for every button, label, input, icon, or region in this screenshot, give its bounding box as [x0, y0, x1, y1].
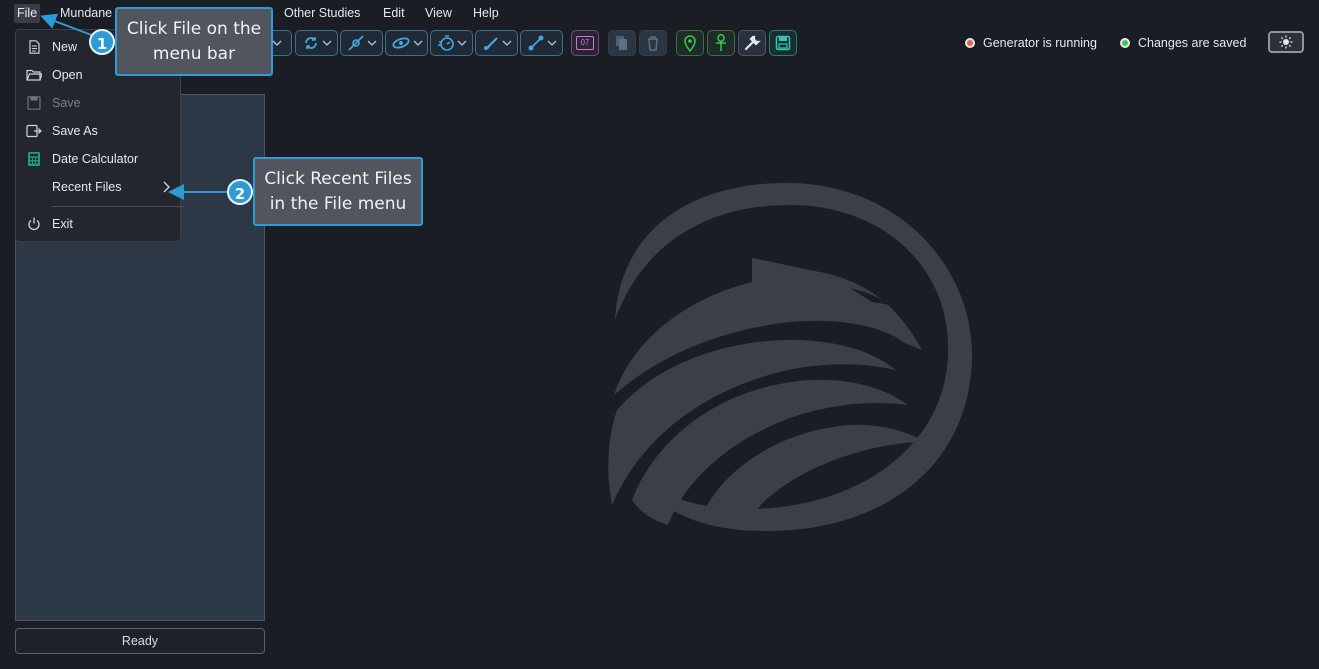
callout-2-box: Click Recent Files in the File menu	[253, 157, 423, 226]
callout-1-box: Click File on the menu bar	[115, 7, 273, 76]
calendar-icon: 07	[576, 36, 594, 50]
callout-1-badge: 1	[89, 29, 115, 55]
timer-icon	[437, 35, 454, 51]
changes-indicator: Changes are saved	[1120, 35, 1246, 51]
callout-2-line2: in the File menu	[269, 193, 407, 214]
toolbar-settings-button[interactable]	[738, 30, 766, 56]
toolbar-connect-dropdown[interactable]	[520, 30, 563, 56]
file-menu-date-calculator[interactable]: Date Calculator	[16, 146, 180, 172]
wrench-icon	[744, 35, 761, 51]
callout-2-line1: Click Recent Files	[264, 168, 412, 189]
menu-edit[interactable]: Edit	[380, 4, 408, 23]
save-disk-icon	[27, 96, 41, 110]
menu-file[interactable]: File	[14, 4, 41, 23]
aspect-icon	[347, 35, 364, 51]
file-menu-recent-files[interactable]: Recent Files	[16, 174, 180, 200]
folder-open-icon	[26, 69, 42, 81]
orbit-icon	[391, 37, 410, 49]
connect-icon	[528, 35, 543, 51]
chevron-down-icon	[322, 40, 331, 46]
file-menu-save-as[interactable]: Save As	[16, 118, 180, 144]
toolbar-save-button[interactable]	[769, 30, 797, 56]
toolbar-delete-button[interactable]	[639, 30, 667, 56]
copy-icon	[616, 36, 627, 50]
chevron-down-icon	[457, 40, 466, 46]
menu-other-studies[interactable]: Other Studies	[281, 4, 363, 23]
changes-status-dot	[1120, 38, 1130, 48]
save-as-icon	[26, 124, 42, 138]
menu-view[interactable]: View	[422, 4, 455, 23]
toolbar-aspect-dropdown[interactable]	[340, 30, 383, 56]
file-menu-save[interactable]: Save	[16, 90, 180, 116]
save-disk-icon	[775, 35, 791, 51]
map-pin-icon	[684, 35, 696, 52]
toolbar-pen-dropdown[interactable]	[475, 30, 518, 56]
chevron-down-icon	[547, 40, 556, 46]
chevron-right-icon	[163, 181, 170, 193]
callout-1-line1: Click File on the	[126, 18, 262, 39]
sun-icon	[1279, 35, 1293, 49]
theme-toggle-button[interactable]	[1268, 31, 1304, 53]
menu-help[interactable]: Help	[470, 4, 502, 23]
chevron-down-icon	[367, 40, 376, 46]
calculator-icon	[28, 152, 40, 166]
toolbar-cycle-dropdown[interactable]	[295, 30, 338, 56]
file-menu-exit[interactable]: Exit	[16, 211, 180, 237]
toolbar-ankh-button[interactable]	[707, 30, 735, 56]
chevron-down-icon	[272, 40, 282, 46]
chevron-down-icon	[413, 40, 422, 46]
callout-1-line2: menu bar	[152, 43, 236, 64]
changes-status-label: Changes are saved	[1138, 36, 1247, 50]
trash-icon	[648, 36, 658, 51]
generator-indicator: Generator is running	[965, 35, 1097, 51]
toolbar-timer-dropdown[interactable]	[430, 30, 473, 56]
toolbar-location-button[interactable]	[676, 30, 704, 56]
cycle-icon	[304, 37, 317, 49]
generator-status-label: Generator is running	[983, 36, 1097, 50]
callout-2-badge: 2	[227, 179, 253, 205]
status-bar: Ready	[15, 628, 265, 654]
toolbar-calendar-button[interactable]: 07	[571, 30, 599, 56]
menu-separator	[52, 206, 184, 207]
chevron-down-icon	[502, 40, 511, 46]
ankh-icon	[716, 34, 726, 51]
menu-mundane[interactable]: Mundane	[57, 4, 115, 23]
generator-status-dot	[965, 38, 975, 48]
pen-icon	[483, 37, 498, 51]
toolbar-orbit-dropdown[interactable]	[385, 30, 428, 56]
document-icon	[29, 40, 40, 54]
power-icon	[28, 217, 40, 231]
toolbar-copy-button[interactable]	[608, 30, 636, 56]
